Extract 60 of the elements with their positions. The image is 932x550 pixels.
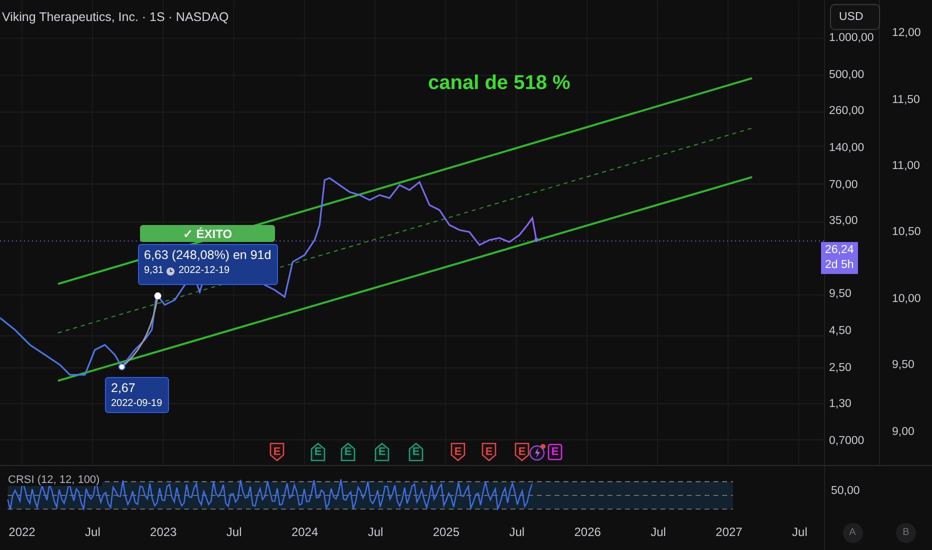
start-point[interactable] (118, 363, 126, 370)
start-price: 2,67 (111, 380, 136, 396)
scale-button[interactable]: A (842, 522, 862, 542)
earnings-marker[interactable]: E (340, 442, 356, 462)
price-label: 4,50 (828, 324, 852, 340)
price-label: 260,00 (828, 104, 866, 120)
time-label: 2022 (8, 525, 36, 539)
price-label: 500,00 (828, 68, 866, 83)
indicator-title[interactable]: CRSI (12, 12, 100) (6, 474, 102, 486)
price-label: 12,00 (891, 26, 922, 42)
time-label: Jul (368, 525, 384, 539)
price-label: 9,50 (891, 358, 916, 374)
earnings-marker[interactable]: E (269, 442, 285, 462)
end-point[interactable] (154, 292, 162, 300)
earnings-marker[interactable]: E (481, 442, 497, 462)
time-label: Jul (226, 525, 242, 539)
clock-icon (166, 266, 176, 276)
price-label: 10,00 (891, 292, 922, 307)
last-point (534, 238, 538, 242)
price-label: 9,50 (828, 287, 852, 302)
price-label: 11,50 (891, 92, 921, 108)
price-label: 10,50 (891, 225, 922, 240)
price-label: 70,00 (828, 178, 859, 193)
price-label: 2,50 (828, 360, 852, 376)
time-label: Jul (650, 525, 666, 539)
earnings-marker[interactable]: E (374, 442, 390, 462)
earnings-marker[interactable]: E (310, 442, 326, 462)
currency-button[interactable]: USD (830, 4, 880, 30)
time-label: 2026 (574, 525, 601, 539)
price-label: 1.000,00 (828, 31, 875, 46)
time-label: 2024 (291, 525, 318, 539)
end-date: 2022-12-19 (178, 264, 230, 278)
time-label: Jul (509, 525, 525, 539)
price-label: 9,00 (891, 424, 916, 440)
time-label: Jul (792, 525, 808, 539)
price-label: 35,00 (828, 214, 859, 230)
time-label: 2027 (716, 525, 742, 539)
time-label: Jul (85, 525, 100, 539)
end-price: 9,31 (144, 264, 164, 278)
earnings-marker[interactable]: E (514, 442, 530, 462)
channel-annotation: canal de 518 % (428, 72, 570, 95)
indicator-axis-label: 50,00 (831, 484, 860, 496)
scale-button[interactable]: B (896, 522, 916, 542)
change-text: 6,63 (248,08%) en 91d (144, 247, 272, 263)
success-label: ✓ ÉXITO (140, 225, 275, 242)
time-label: 2023 (150, 525, 177, 539)
price-label: 11,00 (891, 159, 921, 174)
channel-lower-line[interactable] (58, 176, 752, 382)
lightning-icon[interactable] (529, 443, 547, 461)
start-date: 2022-09-19 (111, 397, 162, 411)
price-label: 140,00 (828, 141, 866, 156)
channel-middle-line[interactable] (57, 128, 753, 334)
price-label: 0,7000 (828, 434, 866, 449)
earnings-marker[interactable]: E (547, 442, 563, 462)
time-label: 2025 (432, 525, 460, 539)
chart-title: Viking Therapeutics, Inc. · 1S · NASDAQ (2, 10, 229, 24)
earnings-marker[interactable]: E (408, 442, 424, 462)
last-price-badge: 26,24 2d 5h (821, 242, 858, 274)
earnings-marker[interactable]: E (450, 442, 466, 462)
price-label: 1,30 (828, 397, 852, 412)
